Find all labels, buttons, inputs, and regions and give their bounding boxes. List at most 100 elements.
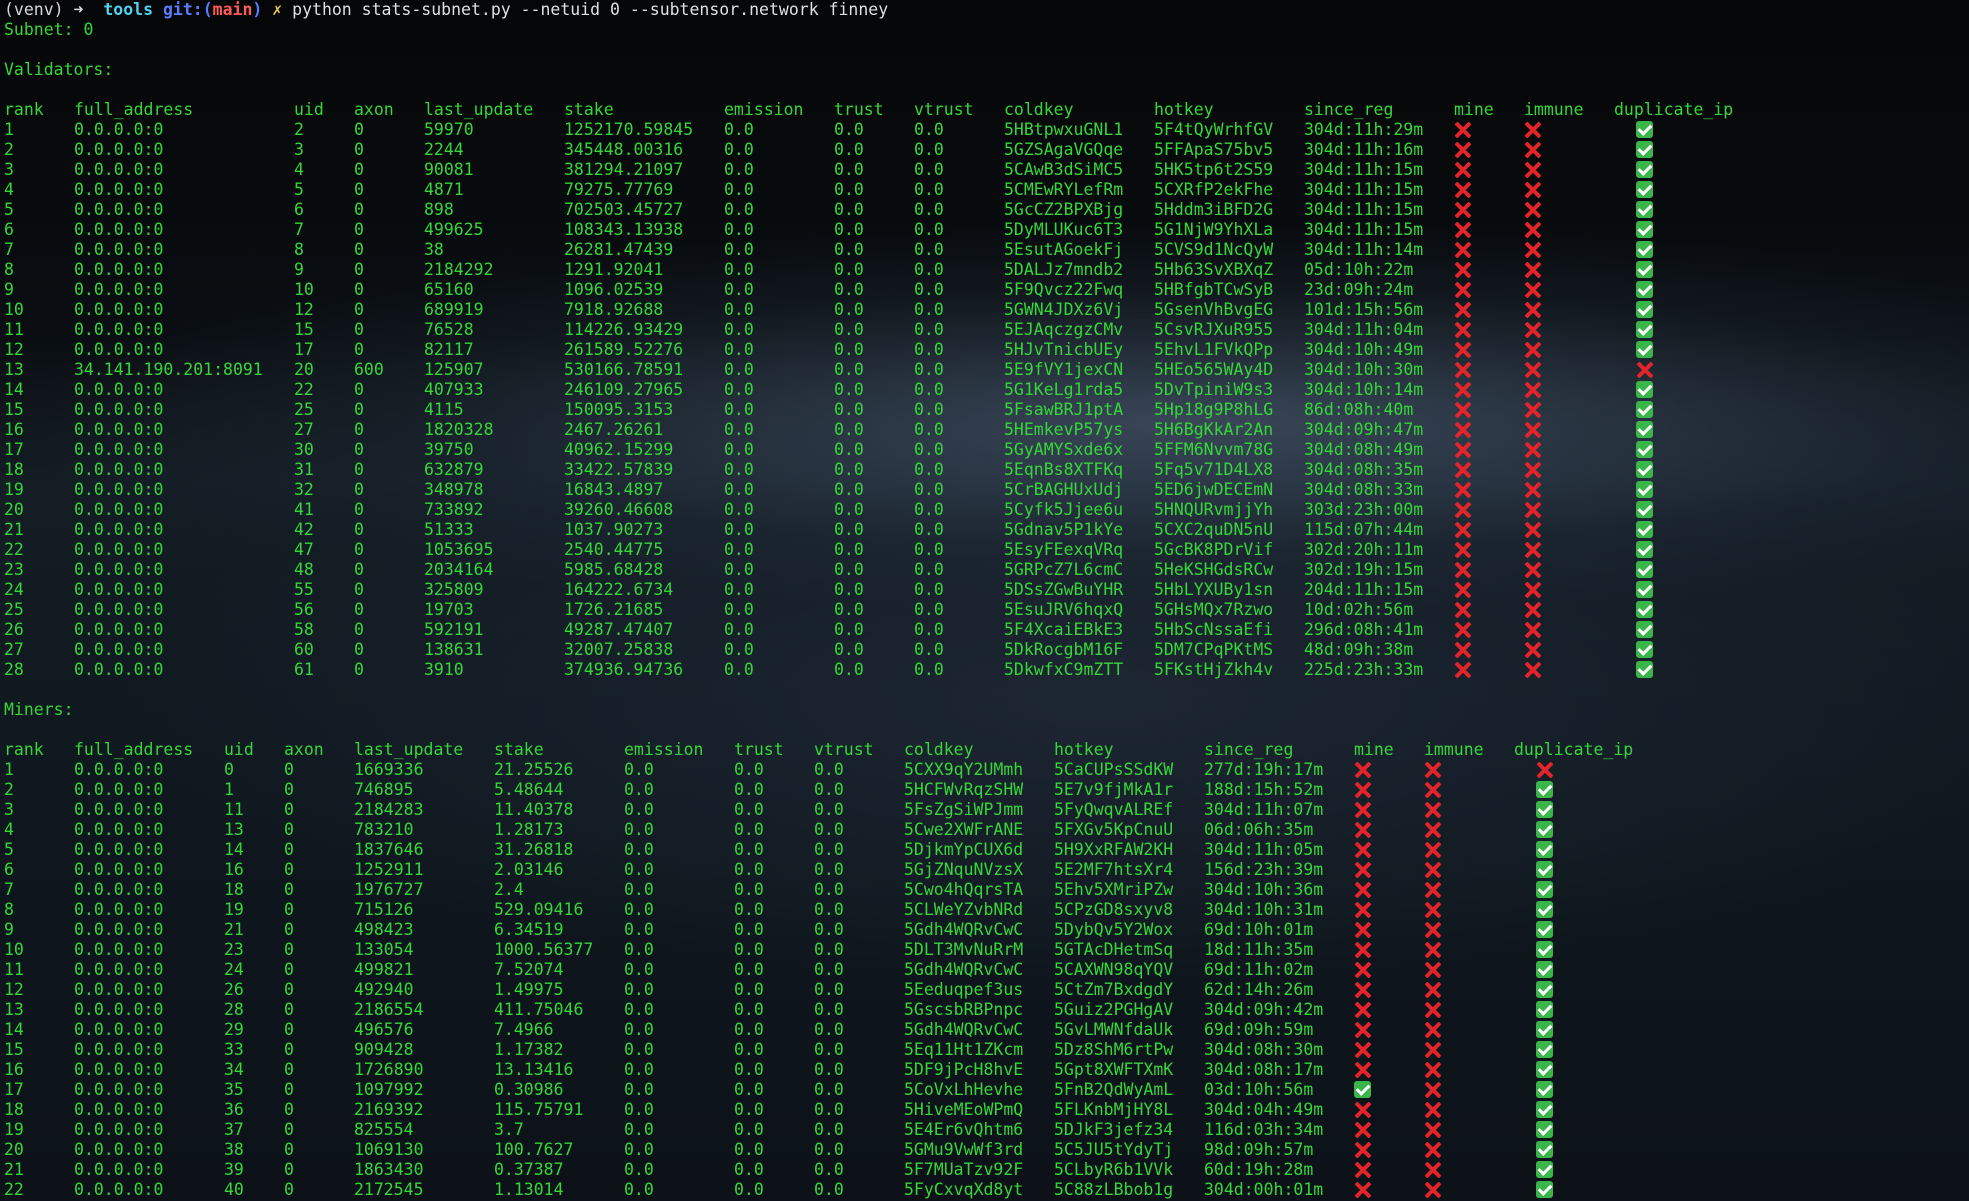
validator-cell-since-reg: 304d:11h:16m (1304, 140, 1424, 159)
miner-cell-vtrust: 0.0 (814, 1060, 844, 1079)
miner-cell-rank: 22 (4, 1180, 24, 1199)
validator-cell-stake: 26281.47439 (564, 240, 674, 259)
miner-cell-hotkey: 5Ehv5XMriPZw (1054, 880, 1174, 899)
miner-cell-axon: 0 (284, 860, 294, 879)
validator-cell-axon: 0 (354, 220, 364, 239)
validator-cell-hotkey: 5GHsMQx7Rzwo (1154, 600, 1274, 619)
validator-cell-emission: 0.0 (724, 300, 754, 319)
miner-cell-coldkey: 5CXX9qY2UMmh (904, 760, 1024, 779)
miner-cell-stake: 21.25526 (494, 760, 574, 779)
dirty-marker-icon: ✗ (272, 0, 283, 19)
miner-cell-axon: 0 (284, 1060, 294, 1079)
validator-cell-stake: 16843.4897 (564, 480, 664, 499)
miner-cell-stake: 0.30986 (494, 1080, 564, 1099)
validator-cell-axon: 0 (354, 540, 364, 559)
validator-cell-since-reg: 304d:11h:15m (1304, 200, 1424, 219)
x-mark-icon (1454, 221, 1471, 238)
validator-header-duplicate-ip: duplicate_ip (1614, 100, 1734, 119)
x-mark-icon (1424, 901, 1441, 918)
validator-cell-coldkey: 5DSsZGwBuYHR (1004, 580, 1124, 599)
miner-cell-last-update: 496576 (354, 1020, 414, 1039)
miner-cell-hotkey: 5Guiz2PGHgAV (1054, 1000, 1174, 1019)
miner-cell-coldkey: 5DF9jPcH8hvE (904, 1060, 1024, 1079)
validator-cell-trust: 0.0 (834, 380, 864, 399)
validator-cell-emission: 0.0 (724, 160, 754, 179)
validator-cell-axon: 0 (354, 380, 364, 399)
miner-cell-since-reg: 188d:15h:52m (1204, 780, 1324, 799)
validator-cell-full-address: 0.0.0.0:0 (74, 300, 164, 319)
miner-cell-full-address: 0.0.0.0:0 (74, 1040, 164, 1059)
validator-cell-hotkey: 5GsenVhBvgEG (1154, 300, 1274, 319)
miner-cell-rank: 10 (4, 940, 24, 959)
miner-cell-uid: 1 (224, 780, 234, 799)
x-mark-icon (1354, 841, 1371, 858)
miner-cell-rank: 7 (4, 880, 14, 899)
x-mark-icon (1424, 1001, 1441, 1018)
miner-cell-trust: 0.0 (734, 1180, 764, 1199)
validator-cell-full-address: 0.0.0.0:0 (74, 200, 164, 219)
validator-cell-last-update: 125907 (424, 360, 484, 379)
miner-cell-last-update: 2172545 (354, 1180, 424, 1199)
miner-cell-coldkey: 5Eq11Ht1ZKcm (904, 1040, 1024, 1059)
validator-cell-coldkey: 5F4XcaiEBkE3 (1004, 620, 1124, 639)
validator-cell-last-update: 59970 (424, 120, 474, 139)
miner-cell-trust: 0.0 (734, 800, 764, 819)
miner-cell-full-address: 0.0.0.0:0 (74, 1180, 164, 1199)
x-mark-icon (1424, 1161, 1441, 1178)
validator-cell-trust: 0.0 (834, 620, 864, 639)
venv-indicator: (venv) (4, 0, 64, 19)
x-mark-icon (1424, 781, 1441, 798)
miner-header-trust: trust (734, 740, 784, 759)
check-mark-icon (1536, 1041, 1553, 1058)
x-mark-icon (1424, 861, 1441, 878)
miner-cell-uid: 40 (224, 1180, 244, 1199)
x-mark-icon (1524, 201, 1541, 218)
validator-cell-uid: 32 (294, 480, 314, 499)
terminal-window[interactable]: (venv) ➜ tools git:(main) ✗ python stats… (0, 0, 1969, 1201)
x-mark-icon (1424, 941, 1441, 958)
miner-cell-rank: 8 (4, 900, 14, 919)
validator-cell-last-update: 325809 (424, 580, 484, 599)
validator-cell-hotkey: 5GcBK8PDrVif (1154, 540, 1274, 559)
validator-cell-rank: 15 (4, 400, 24, 419)
miner-cell-vtrust: 0.0 (814, 880, 844, 899)
miner-cell-vtrust: 0.0 (814, 860, 844, 879)
validator-cell-emission: 0.0 (724, 620, 754, 639)
validator-cell-hotkey: 5HK5tp6t2S59 (1154, 160, 1274, 179)
validator-cell-emission: 0.0 (724, 480, 754, 499)
miner-cell-since-reg: 69d:09h:59m (1204, 1020, 1314, 1039)
check-mark-icon (1536, 801, 1553, 818)
validator-header-hotkey: hotkey (1154, 100, 1214, 119)
x-mark-icon (1354, 1061, 1371, 1078)
validator-cell-vtrust: 0.0 (914, 280, 944, 299)
miner-header-stake: stake (494, 740, 544, 759)
miner-cell-axon: 0 (284, 1020, 294, 1039)
miner-cell-coldkey: 5Gdh4WQRvCwC (904, 1020, 1024, 1039)
validator-cell-full-address: 0.0.0.0:0 (74, 420, 164, 439)
miner-cell-vtrust: 0.0 (814, 800, 844, 819)
validator-cell-emission: 0.0 (724, 380, 754, 399)
miner-cell-axon: 0 (284, 820, 294, 839)
check-mark-icon (1636, 201, 1653, 218)
validator-cell-rank: 14 (4, 380, 24, 399)
x-mark-icon (1424, 1101, 1441, 1118)
miner-cell-last-update: 2186554 (354, 1000, 424, 1019)
validator-cell-rank: 21 (4, 520, 24, 539)
validator-cell-hotkey: 5CsvRJXuR955 (1154, 320, 1274, 339)
miner-cell-uid: 11 (224, 800, 244, 819)
miner-cell-axon: 0 (284, 900, 294, 919)
validator-cell-full-address: 0.0.0.0:0 (74, 580, 164, 599)
miner-cell-vtrust: 0.0 (814, 1020, 844, 1039)
validator-cell-uid: 47 (294, 540, 314, 559)
x-mark-icon (1454, 501, 1471, 518)
validator-cell-coldkey: 5GWN4JDXz6Vj (1004, 300, 1124, 319)
miner-cell-rank: 1 (4, 760, 14, 779)
miner-cell-axon: 0 (284, 960, 294, 979)
miner-cell-coldkey: 5FyCxvqXd8yt (904, 1180, 1024, 1199)
validator-cell-coldkey: 5GZSAgaVGQqe (1004, 140, 1124, 159)
validator-cell-trust: 0.0 (834, 600, 864, 619)
x-mark-icon (1454, 361, 1471, 378)
validator-cell-uid: 12 (294, 300, 314, 319)
validator-cell-since-reg: 304d:10h:49m (1304, 340, 1424, 359)
command-text[interactable]: python stats-subnet.py --netuid 0 --subt… (292, 0, 888, 19)
